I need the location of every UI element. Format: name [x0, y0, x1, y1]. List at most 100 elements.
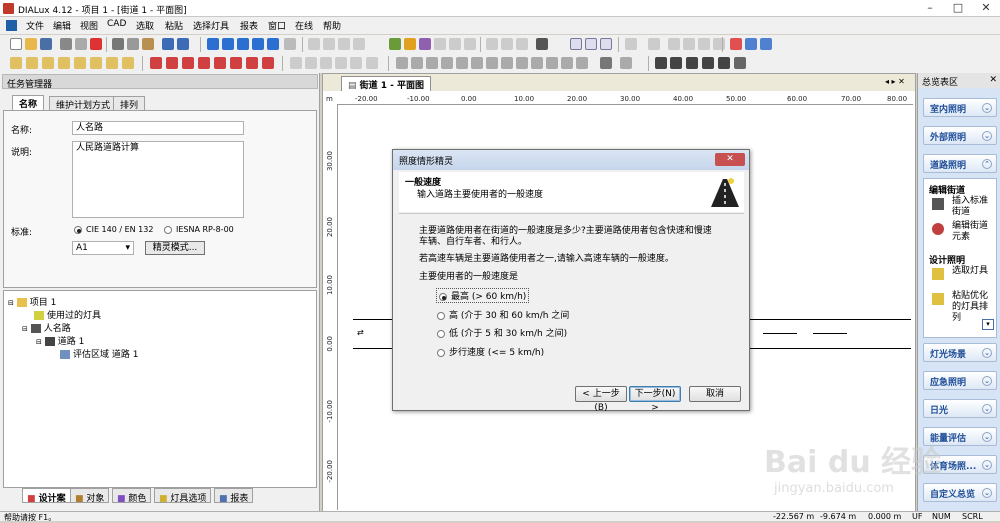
- object-icon-8[interactable]: [501, 57, 513, 69]
- emergency-lighting-button[interactable]: 应急照明 ⌄: [923, 371, 997, 390]
- tool-icon-14[interactable]: [683, 38, 695, 50]
- grid3-icon[interactable]: [600, 38, 612, 50]
- view-front-icon[interactable]: [237, 38, 249, 50]
- object-icon-1[interactable]: [396, 57, 408, 69]
- circle-icon[interactable]: [702, 57, 714, 69]
- object-icon-2[interactable]: [411, 57, 423, 69]
- orbit-icon[interactable]: [350, 57, 362, 69]
- object-icon-7[interactable]: [486, 57, 498, 69]
- select-icon-5[interactable]: [74, 57, 86, 69]
- class-select[interactable]: A1 ▾: [72, 241, 134, 255]
- wizard-mode-button[interactable]: 精灵模式...: [145, 241, 205, 255]
- menu-online[interactable]: 在线: [295, 19, 313, 32]
- speed-option-low[interactable]: 低 (介于 5 和 30 km/h 之间): [437, 326, 567, 339]
- save-icon[interactable]: [40, 38, 52, 50]
- road-lighting-button[interactable]: 道路照明 ⌃: [923, 154, 997, 173]
- calc-icon[interactable]: [389, 38, 401, 50]
- tree-node-eval-area[interactable]: 评估区域 道路 1: [60, 347, 138, 360]
- tool-icon-17[interactable]: [730, 38, 742, 50]
- pan-icon[interactable]: [320, 57, 332, 69]
- tab-luminaire-options[interactable]: ■ 灯具选项: [154, 488, 212, 504]
- object-icon-11[interactable]: [546, 57, 558, 69]
- open-icon[interactable]: [25, 38, 37, 50]
- tool-icon-19[interactable]: [760, 38, 772, 50]
- line-icon[interactable]: [655, 57, 667, 69]
- curve-icon[interactable]: [686, 57, 698, 69]
- insert-standard-street-link[interactable]: 插入标准街道: [952, 196, 996, 218]
- cancel-button[interactable]: 取消: [689, 386, 741, 402]
- view-3d-icon[interactable]: [207, 38, 219, 50]
- color-icon[interactable]: [419, 38, 431, 50]
- object-icon-12[interactable]: [561, 57, 573, 69]
- indoor-lighting-button[interactable]: 室内照明 ⌄: [923, 98, 997, 117]
- object-icon-4[interactable]: [441, 57, 453, 69]
- tool-icon-10[interactable]: [516, 38, 528, 50]
- new-icon[interactable]: [10, 38, 22, 50]
- rotate-icon[interactable]: [335, 57, 347, 69]
- grid2-icon[interactable]: [585, 38, 597, 50]
- luminaire-icon-8[interactable]: [262, 57, 274, 69]
- select-icon-8[interactable]: [122, 57, 134, 69]
- lux-icon[interactable]: [404, 38, 416, 50]
- menu-paste[interactable]: 粘贴: [165, 19, 183, 32]
- back-button[interactable]: < 上一步(B): [575, 386, 627, 413]
- grid-icon[interactable]: [570, 38, 582, 50]
- polyline-icon[interactable]: [670, 57, 682, 69]
- menu-window[interactable]: 窗口: [268, 19, 286, 32]
- cut-icon[interactable]: [112, 38, 124, 50]
- description-input[interactable]: 人民路道路计算: [72, 141, 244, 218]
- tool-icon-7[interactable]: [464, 38, 476, 50]
- outdoor-lighting-button[interactable]: 外部照明 ⌄: [923, 126, 997, 145]
- tab-nav-icons[interactable]: ◂ ▸ ✕: [885, 77, 905, 86]
- tool-icon-11[interactable]: [625, 38, 637, 50]
- tab-name[interactable]: 名称: [12, 95, 45, 110]
- luminaire-icon-5[interactable]: [214, 57, 226, 69]
- tab-maintenance[interactable]: 维护计划方式: [49, 96, 118, 111]
- print-icon[interactable]: [60, 38, 72, 50]
- tab-arrangement[interactable]: 排列: [113, 96, 146, 111]
- select-icon-7[interactable]: [106, 57, 118, 69]
- hatch-icon[interactable]: [734, 57, 746, 69]
- menu-help[interactable]: 帮助: [323, 19, 341, 32]
- tab-colors[interactable]: ■ 颜色: [112, 488, 152, 504]
- menu-select[interactable]: 选取: [136, 19, 154, 32]
- tool-icon-6[interactable]: [449, 38, 461, 50]
- pointer-icon[interactable]: [290, 57, 302, 69]
- target-icon[interactable]: [718, 57, 730, 69]
- tool-icon-16[interactable]: [713, 38, 725, 50]
- luminaire-icon-2[interactable]: [166, 57, 178, 69]
- tool-icon-2[interactable]: [323, 38, 335, 50]
- print-preview-icon[interactable]: [75, 38, 87, 50]
- copy-icon[interactable]: [127, 38, 139, 50]
- minimize-button[interactable]: –: [916, 0, 944, 16]
- menu-file[interactable]: 文件: [26, 19, 44, 32]
- edit-street-elements-link[interactable]: 编辑街道元素: [952, 221, 996, 243]
- zoom-fit-icon[interactable]: [284, 38, 296, 50]
- tab-design[interactable]: ■ 设计案: [22, 488, 71, 504]
- object-icon-5[interactable]: [456, 57, 468, 69]
- paste-icon[interactable]: [142, 38, 154, 50]
- speed-option-highest[interactable]: 最高 (> 60 km/h): [435, 288, 530, 303]
- tree-node-road[interactable]: ⊟ 道路 1: [36, 334, 84, 347]
- zoom-icon[interactable]: [305, 57, 317, 69]
- tool-icon-12[interactable]: [648, 38, 660, 50]
- tool-icon-8[interactable]: [486, 38, 498, 50]
- select-icon-6[interactable]: [90, 57, 102, 69]
- tool-icon-13[interactable]: [668, 38, 680, 50]
- measure-icon[interactable]: [536, 38, 548, 50]
- speed-option-high[interactable]: 高 (介于 30 和 60 km/h 之间: [437, 308, 569, 321]
- tree-node-used-luminaires[interactable]: 使用过的灯具: [34, 308, 101, 321]
- object-icon-14[interactable]: [600, 57, 612, 69]
- select-icon[interactable]: [10, 57, 22, 69]
- select-icon-2[interactable]: [26, 57, 38, 69]
- menu-luminaire[interactable]: 选择灯具: [193, 19, 229, 32]
- tool-icon-15[interactable]: [698, 38, 710, 50]
- object-icon-10[interactable]: [531, 57, 543, 69]
- close-button[interactable]: ✕: [972, 0, 1000, 16]
- menu-edit[interactable]: 编辑: [53, 19, 71, 32]
- maximize-button[interactable]: □: [944, 0, 972, 16]
- tool-icon-4[interactable]: [353, 38, 365, 50]
- object-icon-9[interactable]: [516, 57, 528, 69]
- menu-view[interactable]: 视图: [80, 19, 98, 32]
- tool-icon-3[interactable]: [338, 38, 350, 50]
